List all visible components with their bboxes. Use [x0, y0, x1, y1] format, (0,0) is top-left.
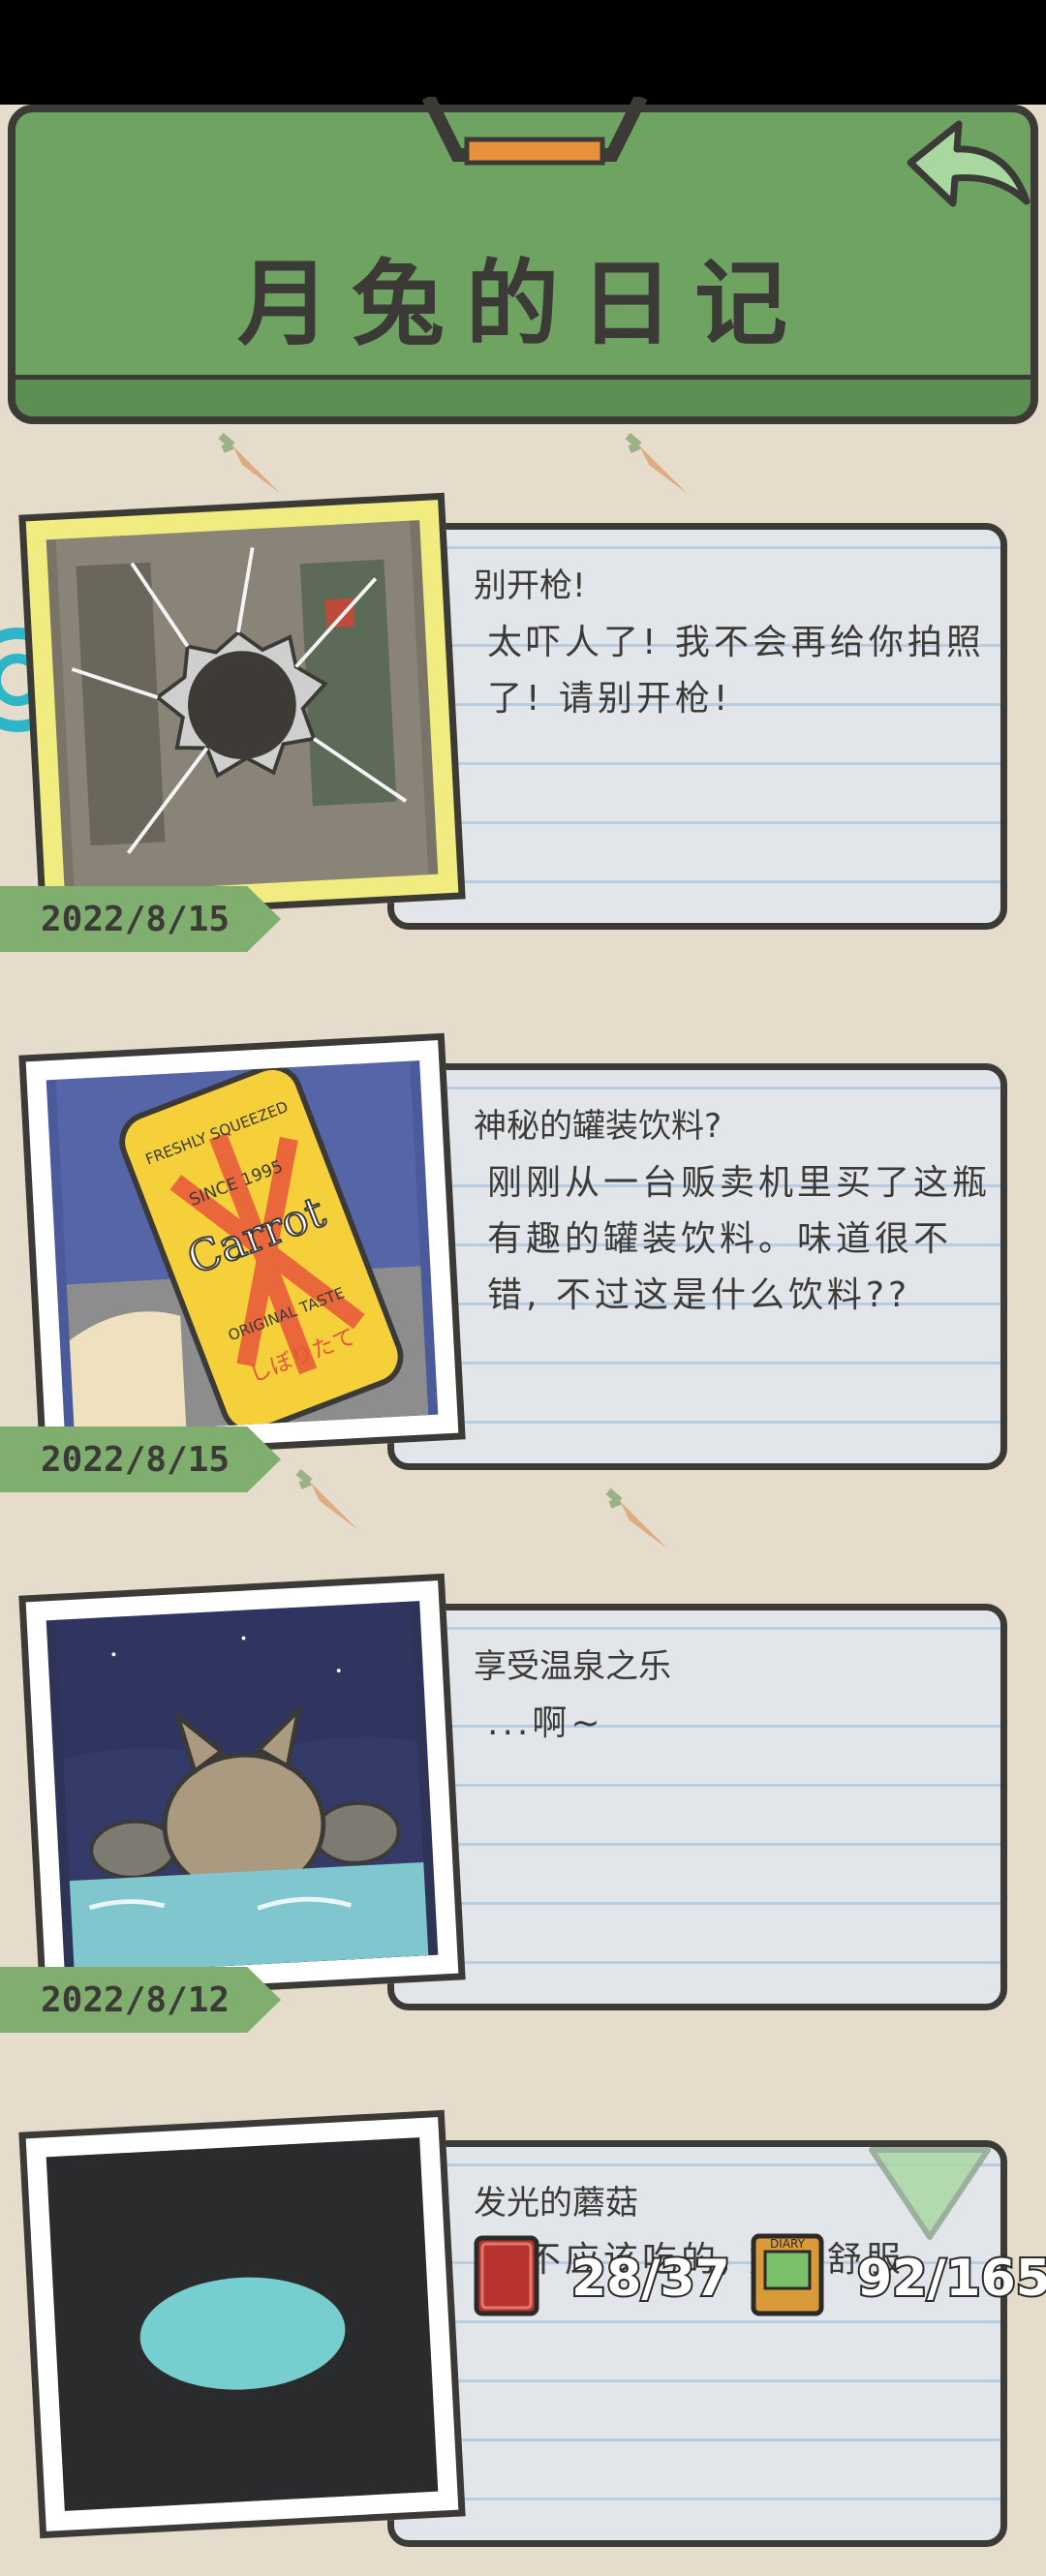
diary-note: 享受温泉之乐 ...啊~ — [387, 1604, 1007, 2010]
diary-book-icon[interactable] — [469, 2232, 546, 2319]
entry-body: 刚刚从一台贩卖机里买了这瓶有趣的罐装饮料。味道很不错, 不过这是什么饮料?? — [487, 1163, 992, 1315]
shattered-glass-icon — [55, 520, 429, 894]
entry-title: 别开枪! — [474, 567, 586, 605]
entry-photo[interactable] — [18, 2109, 466, 2539]
entry-title: 神秘的罐装饮料? — [474, 1107, 723, 1146]
date-tag: 2022/8/15 — [0, 1426, 281, 1492]
carrot-decoration — [625, 432, 688, 494]
album-label: DIARY — [770, 2237, 806, 2251]
entry-title: 发光的蘑菇 — [474, 2184, 638, 2223]
diary-note: 神秘的罐装饮料? 刚刚从一台贩卖机里买了这瓶有趣的罐装饮料。味道很不错, 不过这… — [387, 1063, 1007, 1470]
entry-photo[interactable] — [18, 492, 466, 922]
diary-entry[interactable]: 神秘的罐装饮料? 刚刚从一台贩卖机里买了这瓶有趣的罐装饮料。味道很不错, 不过这… — [0, 1032, 1046, 1499]
status-bar — [0, 0, 1046, 105]
carrot-can-icon: FRESHLY SQUEEZED SINCE 1995 Carrot ORIGI… — [55, 1060, 429, 1434]
back-arrow-icon[interactable] — [891, 114, 1036, 230]
glowing-mushroom-icon — [55, 2137, 429, 2511]
hanger-icon — [421, 97, 648, 166]
diary-entry[interactable]: 别开枪! 太吓人了! 我不会再给你拍照了! 请别开枪! 2022/8/15 — [0, 492, 1046, 959]
diary-counter: 28/37 — [569, 2248, 732, 2310]
entry-photo[interactable] — [18, 1573, 466, 2003]
photo-counter: 92/165 — [855, 2248, 1046, 2310]
date-tag: 2022/8/12 — [0, 1967, 281, 2033]
entry-date: 2022/8/12 — [41, 1980, 231, 2020]
entry-body: ...啊~ — [487, 1703, 604, 1743]
page-title: 月兔的日记 — [237, 250, 809, 358]
diary-note: 别开枪! 太吓人了! 我不会再给你拍照了! 请别开枪! — [387, 523, 1007, 930]
progress-counters: 28/37 DIARY 92/165 — [455, 2223, 1046, 2324]
diary-entry[interactable]: 享受温泉之乐 ...啊~ 2022/8/12 — [0, 1573, 1046, 2039]
photo-album-icon[interactable]: DIARY — [746, 2228, 833, 2320]
date-tag: 2022/8/15 — [0, 886, 281, 952]
entry-body: 太吓人了! 我不会再给你拍照了! 请别开枪! — [487, 623, 985, 719]
entry-title: 享受温泉之乐 — [474, 1647, 671, 1686]
entry-date: 2022/8/15 — [41, 900, 231, 939]
entry-date: 2022/8/15 — [41, 1440, 231, 1480]
entry-photo[interactable]: FRESHLY SQUEEZED SINCE 1995 Carrot ORIGI… — [18, 1032, 466, 1462]
hot-spring-icon — [55, 1601, 429, 1975]
